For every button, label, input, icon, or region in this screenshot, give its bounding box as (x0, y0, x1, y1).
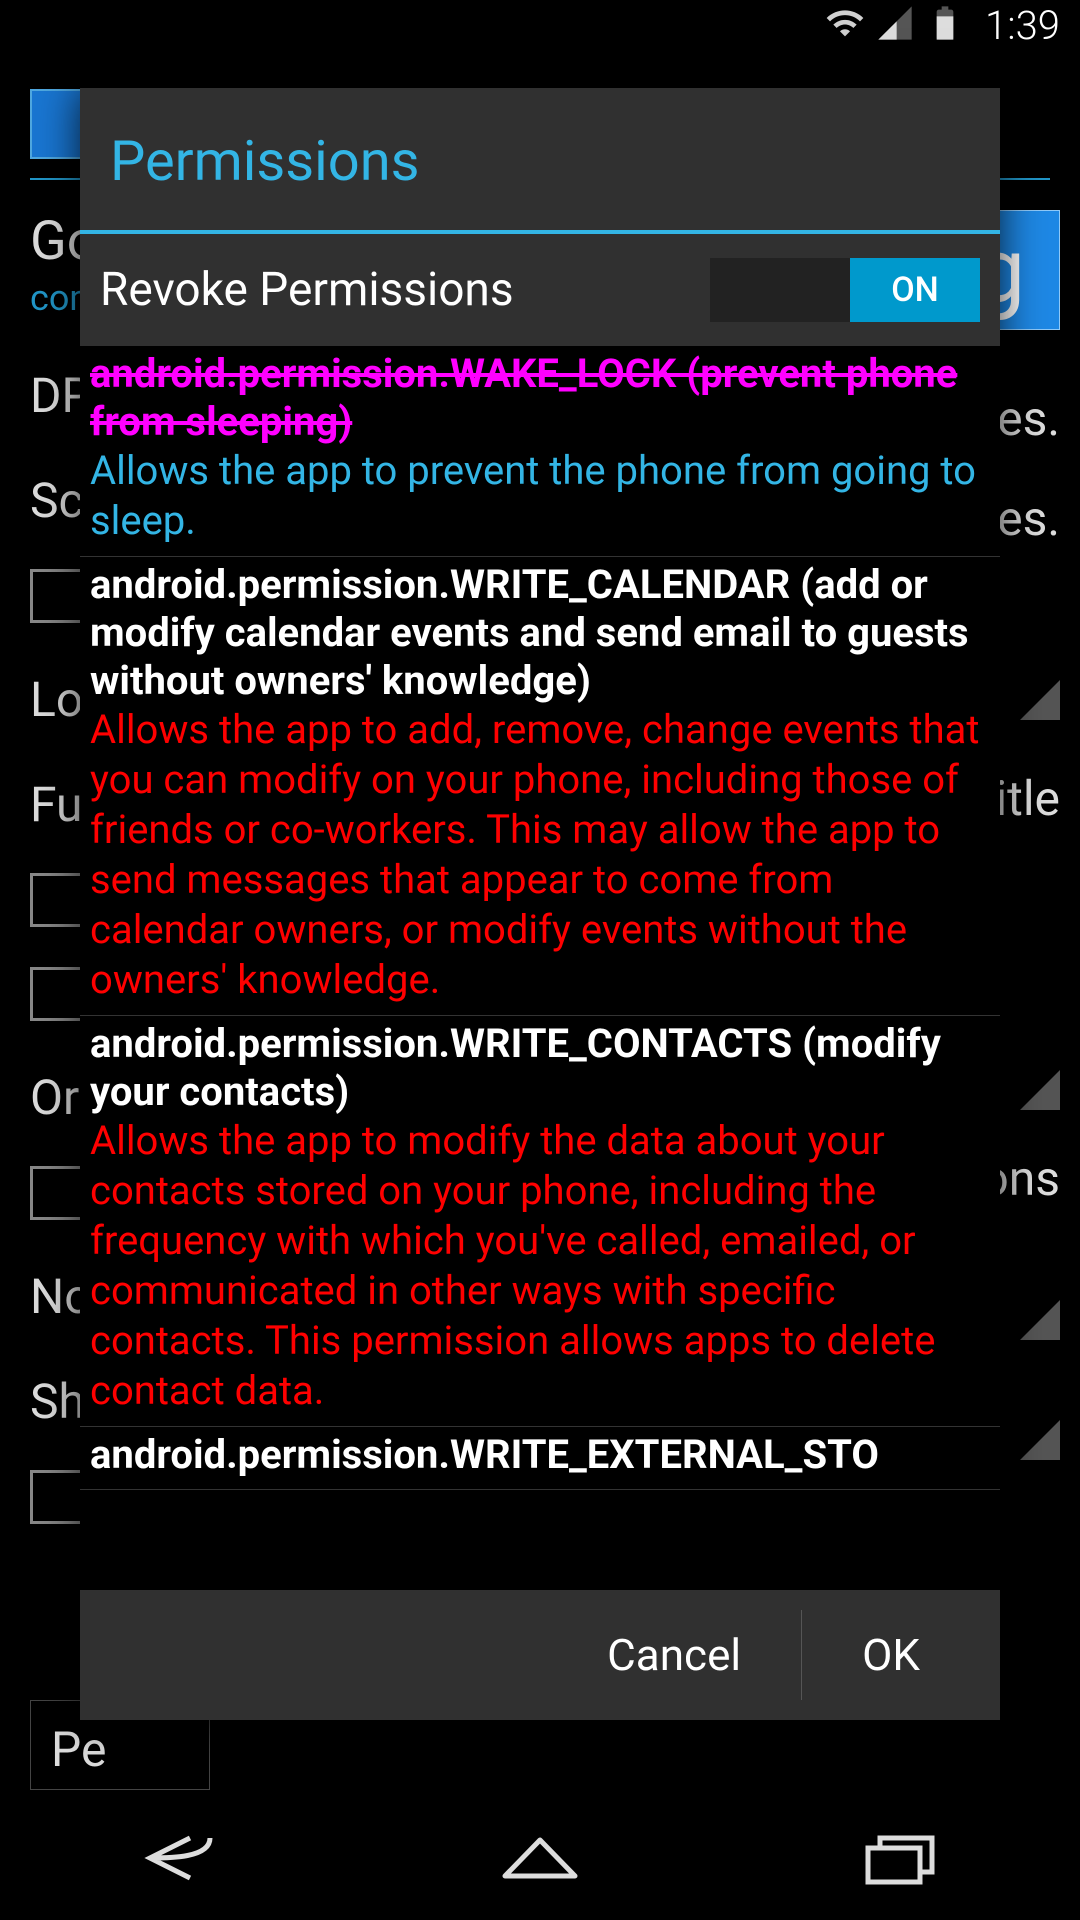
bg-checkbox (30, 1166, 84, 1220)
back-button[interactable] (130, 1828, 230, 1892)
spinner-icon (1020, 1070, 1060, 1110)
dialog-buttons: Cancel OK (80, 1590, 1000, 1720)
bg-checkbox (30, 1470, 84, 1524)
bg-checkbox (30, 569, 84, 623)
cell-signal-icon (875, 3, 915, 47)
revoke-row: Revoke Permissions ON (80, 234, 1000, 346)
permission-name: android.permission.WAKE_LOCK (prevent ph… (90, 350, 990, 446)
permission-item[interactable]: android.permission.WAKE_LOCK (prevent ph… (80, 346, 1000, 557)
permissions-list[interactable]: android.permission.WAKE_LOCK (prevent ph… (80, 346, 1000, 1590)
spinner-icon (1020, 680, 1060, 720)
permission-description: Allows the app to modify the data about … (90, 1116, 990, 1416)
revoke-toggle[interactable]: ON (710, 258, 980, 322)
permissions-dialog: Permissions Revoke Permissions ON androi… (80, 88, 1000, 1720)
permission-item[interactable]: android.permission.WRITE_CONTACTS (modif… (80, 1016, 1000, 1427)
cancel-button[interactable]: Cancel (547, 1599, 801, 1711)
bg-checkbox (30, 967, 84, 1021)
bg-right-text: es. (997, 390, 1060, 447)
status-bar: 1:39 (0, 0, 1080, 50)
bg-checkbox (30, 873, 84, 927)
revoke-label: Revoke Permissions (100, 263, 514, 317)
spinner-icon (1020, 1420, 1060, 1460)
permission-description: Allows the app to prevent the phone from… (90, 446, 990, 546)
battery-icon (925, 3, 965, 47)
permission-name: android.permission.WRITE_CALENDAR (add o… (90, 561, 990, 705)
wifi-icon (825, 3, 865, 47)
home-button[interactable] (490, 1828, 590, 1892)
recent-apps-button[interactable] (850, 1828, 950, 1892)
permission-description: Allows the app to add, remove, change ev… (90, 705, 990, 1005)
ok-button[interactable]: OK (802, 1599, 980, 1711)
status-time: 1:39 (985, 2, 1060, 49)
permission-item[interactable]: android.permission.WRITE_CALENDAR (add o… (80, 557, 1000, 1016)
permission-name: android.permission.WRITE_EXTERNAL_STO (90, 1431, 990, 1479)
spinner-icon (1020, 1300, 1060, 1340)
navigation-bar (0, 1800, 1080, 1920)
permission-item[interactable]: android.permission.WRITE_EXTERNAL_STO (80, 1427, 1000, 1490)
toggle-thumb: ON (850, 258, 980, 322)
dialog-title: Permissions (80, 88, 1000, 230)
permission-name: android.permission.WRITE_CONTACTS (modif… (90, 1020, 990, 1116)
